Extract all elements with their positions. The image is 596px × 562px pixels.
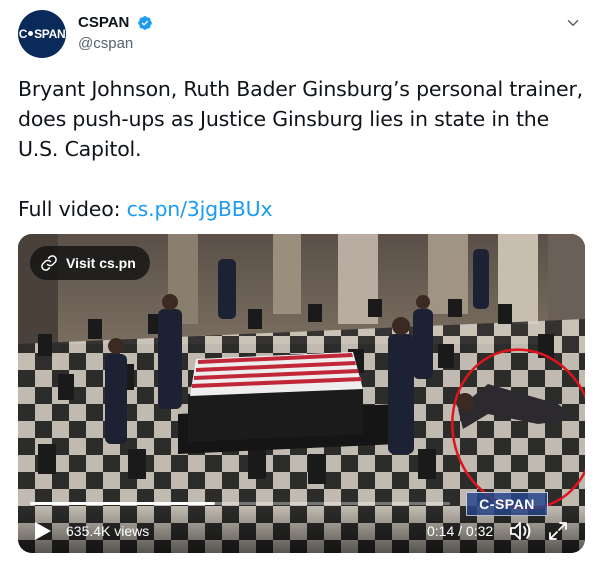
avatar-dot [28,30,34,36]
play-icon[interactable] [34,521,52,541]
visit-site-button[interactable]: Visit cs.pn [30,246,150,280]
video-prefix: Full video: [18,197,127,221]
volume-icon[interactable] [508,520,532,542]
tweet-body: Bryant Johnson, Ruth Bader Ginsburg’s pe… [18,77,583,161]
progress-fill [30,502,215,505]
progress-bar[interactable] [30,502,450,505]
avatar-text-right: SPAN [34,27,66,41]
view-count: 635.4K views [66,523,150,539]
video-link[interactable]: cs.pn/3jgBBUx [127,197,273,221]
video-player[interactable]: Visit cs.pn C-SPAN 635.4K views 0:14 / 0… [18,234,585,553]
tweet-header: C SPAN CSPAN @cspan [18,10,586,58]
handle[interactable]: @cspan [78,35,153,52]
fullscreen-icon[interactable] [548,521,568,541]
chevron-down-icon[interactable] [564,14,582,32]
account-names: CSPAN @cspan [78,14,153,52]
playback-time: 0:14 / 0:32 [427,523,494,539]
video-line: Full video: cs.pn/3jgBBUx [18,194,588,224]
display-name[interactable]: CSPAN [78,14,129,31]
link-icon [41,255,57,271]
avatar[interactable]: C SPAN [18,10,66,58]
player-controls: 635.4K views 0:14 / 0:32 [18,507,585,553]
tweet-text: Bryant Johnson, Ruth Bader Ginsburg’s pe… [18,74,588,224]
visit-label: Visit cs.pn [66,255,136,271]
verified-badge-icon [138,15,152,30]
avatar-text-left: C [18,27,28,41]
